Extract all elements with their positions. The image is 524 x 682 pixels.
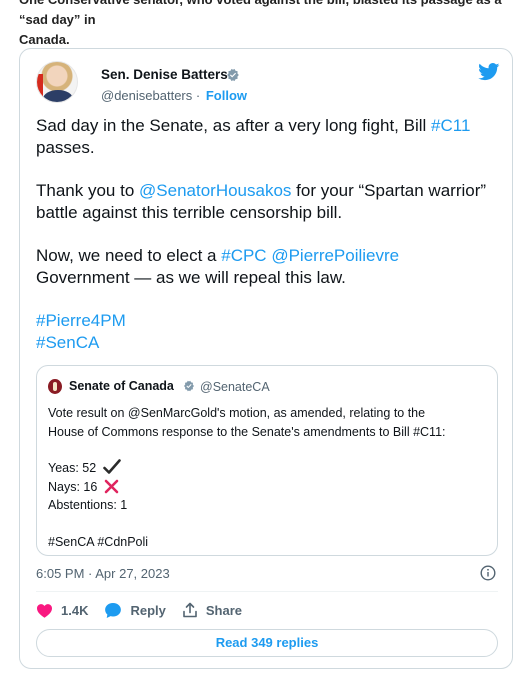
article-caption: One Conservative senator, who voted agai…: [19, 0, 519, 50]
tweet-actions: 1.4K Reply Share: [36, 600, 258, 620]
hashtag-senca-link[interactable]: #SenCA: [36, 333, 99, 352]
quoted-yeas: Yeas: 52: [48, 459, 488, 478]
reply-bubble-icon: [105, 602, 122, 618]
share-icon: [183, 602, 197, 618]
handle-separator: ·: [195, 88, 201, 103]
quoted-nays: Nays: 16: [48, 478, 488, 497]
tweet-paragraph-1: Sad day in the Senate, as after a very l…: [36, 116, 471, 157]
author-handle-row: @denisebatters · Follow: [101, 88, 247, 103]
mention-senatorhousakos-link[interactable]: @SenatorHousakos: [139, 181, 291, 200]
quoted-author-handle: @SenateCA: [200, 380, 270, 394]
quoted-author-name: Senate of Canada: [69, 379, 174, 393]
like-count: 1.4K: [61, 602, 89, 618]
tweet-paragraph-3: Now, we need to elect a #CPC @PierrePoil…: [36, 246, 400, 287]
tweet-paragraph-2: Thank you to @SenatorHousakos for your “…: [36, 181, 487, 222]
hashtag-pierre4pm-link[interactable]: #Pierre4PM: [36, 311, 126, 330]
verified-icon: [227, 68, 239, 82]
article-caption-line2: Canada.: [19, 32, 70, 47]
quoted-line-2: House of Commons response to the Senate'…: [48, 424, 446, 439]
quoted-abstentions: Abstentions: 1: [48, 498, 128, 512]
quoted-author-avatar: [48, 379, 62, 394]
tweet-timestamp[interactable]: 6:05 PM · Apr 27, 2023: [36, 566, 170, 581]
cross-mark-icon: [104, 479, 119, 493]
share-label: Share: [205, 602, 243, 618]
read-replies-button[interactable]: Read 349 replies: [36, 629, 498, 657]
author-name[interactable]: Sen. Denise Batters: [101, 67, 228, 82]
reply-button[interactable]: Reply: [104, 602, 166, 619]
like-button[interactable]: 1.4K: [36, 603, 88, 618]
check-mark-icon: [102, 459, 121, 474]
reply-label: Reply: [130, 602, 166, 618]
tweet-text: Sad day in the Senate, as after a very l…: [36, 115, 496, 354]
divider: [36, 591, 498, 592]
heart-icon: [37, 603, 52, 618]
author-handle[interactable]: @denisebatters: [101, 88, 192, 103]
quoted-hashtags: #SenCA #CdnPoli: [48, 534, 149, 549]
info-icon[interactable]: [480, 565, 496, 581]
hashtag-cpc-link[interactable]: #CPC: [221, 246, 266, 265]
mention-pierrepoilievre-link[interactable]: @PierrePoilievre: [271, 246, 399, 265]
twitter-bird-icon[interactable]: [478, 63, 500, 81]
quoted-line-1: Vote result on @SenMarcGold's motion, as…: [48, 406, 426, 420]
verified-icon: [184, 380, 194, 392]
article-caption-line1: One Conservative senator, who voted agai…: [19, 0, 502, 27]
hashtag-c11-link[interactable]: #C11: [431, 116, 470, 135]
quoted-tweet[interactable]: Senate of Canada @SenateCA Vote result o…: [36, 365, 498, 556]
author-avatar[interactable]: [36, 61, 78, 103]
quoted-tweet-text: Vote result on @SenMarcGold's motion, as…: [48, 404, 488, 551]
follow-button[interactable]: Follow: [206, 88, 247, 103]
embedded-tweet-card: Sen. Denise Batters @denisebatters · Fol…: [19, 48, 513, 669]
share-button[interactable]: Share: [182, 602, 242, 618]
